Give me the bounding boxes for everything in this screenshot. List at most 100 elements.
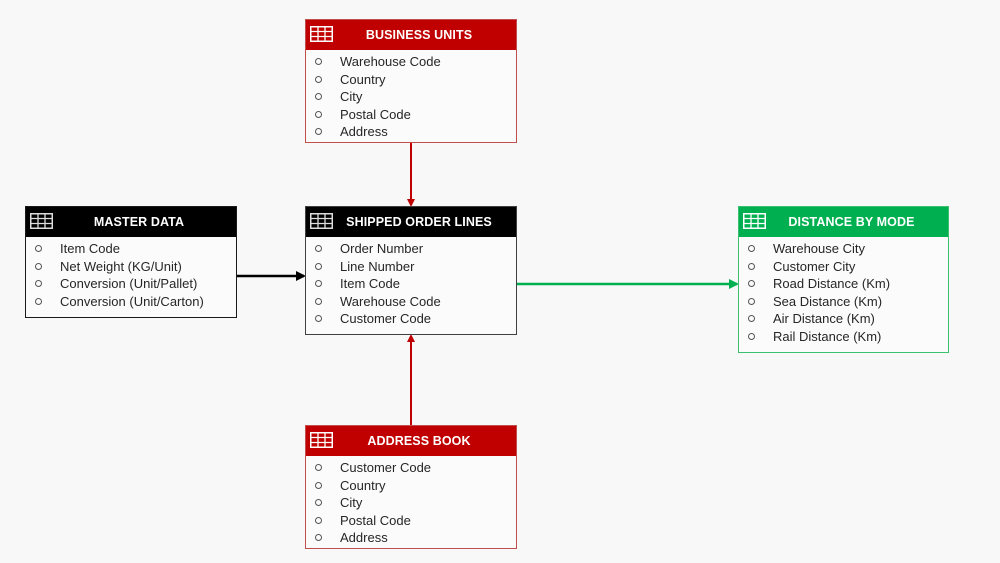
bullet-icon — [315, 128, 322, 136]
bullet-icon — [35, 245, 42, 253]
entity-header: DISTANCE BY MODE — [739, 207, 948, 237]
entity-title: DISTANCE BY MODE — [788, 215, 915, 229]
field-list: Customer Code Country City Postal Code A… — [306, 456, 516, 550]
field-item: Road Distance (Km) — [739, 275, 948, 293]
field-item: Order Number — [306, 240, 516, 258]
field-list: Item Code Net Weight (KG/Unit) Conversio… — [26, 237, 236, 313]
entity-title: ADDRESS BOOK — [367, 434, 471, 448]
field-item: Address — [306, 529, 516, 547]
field-item: Net Weight (KG/Unit) — [26, 258, 236, 276]
field-label: Sea Distance (Km) — [773, 293, 883, 309]
field-label: Address — [340, 530, 388, 546]
field-label: Warehouse Code — [340, 293, 441, 309]
field-label: Order Number — [340, 241, 424, 257]
field-label: Country — [340, 477, 386, 493]
entity-header: BUSINESS UNITS — [306, 20, 516, 50]
field-item: Address — [306, 123, 516, 141]
field-item: City — [306, 494, 516, 512]
field-label: Item Code — [60, 241, 120, 257]
field-list: Order Number Line Number Item Code Wareh… — [306, 237, 516, 331]
bullet-icon — [315, 58, 322, 66]
field-label: Customer Code — [340, 311, 432, 327]
entity-title: BUSINESS UNITS — [365, 28, 473, 42]
field-item: Item Code — [306, 275, 516, 293]
field-label: Customer City — [773, 258, 856, 274]
field-label: Air Distance (Km) — [773, 311, 875, 327]
bullet-icon — [315, 93, 322, 101]
field-item: Customer Code — [306, 459, 516, 477]
field-label: Warehouse City — [773, 241, 865, 257]
field-item: Warehouse Code — [306, 53, 516, 71]
field-item: Rail Distance (Km) — [739, 328, 948, 346]
field-label: Road Distance (Km) — [773, 276, 891, 292]
entity-header: ADDRESS BOOK — [306, 426, 516, 456]
field-label: Warehouse Code — [340, 54, 441, 70]
bullet-icon — [315, 110, 322, 118]
bullet-icon — [748, 280, 755, 288]
field-item: Postal Code — [306, 106, 516, 124]
entity-business-units[interactable]: BUSINESS UNITS Warehouse Code Country Ci… — [305, 19, 517, 143]
table-icon — [743, 213, 766, 229]
field-item: Postal Code — [306, 512, 516, 530]
field-label: Line Number — [340, 258, 415, 274]
bullet-icon — [315, 499, 322, 507]
bullet-icon — [315, 481, 322, 489]
bullet-icon — [315, 534, 322, 542]
entity-header: MASTER DATA — [26, 207, 236, 237]
bullet-icon — [748, 297, 755, 305]
bullet-icon — [748, 315, 755, 323]
entity-address-book[interactable]: ADDRESS BOOK Customer Code Country City … — [305, 425, 517, 549]
field-item: Air Distance (Km) — [739, 310, 948, 328]
bullet-icon — [315, 75, 322, 83]
bullet-icon — [35, 280, 42, 288]
field-label: Conversion (Unit/Carton) — [60, 293, 204, 309]
field-item: Customer Code — [306, 310, 516, 328]
bullet-icon — [35, 297, 42, 305]
field-label: Postal Code — [340, 512, 411, 528]
bullet-icon — [748, 245, 755, 253]
field-item: Conversion (Unit/Pallet) — [26, 275, 236, 293]
field-label: Country — [340, 71, 386, 87]
field-label: Net Weight (KG/Unit) — [60, 258, 182, 274]
bullet-icon — [748, 262, 755, 270]
field-item: Customer City — [739, 258, 948, 276]
field-item: Warehouse City — [739, 240, 948, 258]
field-item: Sea Distance (Km) — [739, 293, 948, 311]
bullet-icon — [748, 332, 755, 340]
field-item: Warehouse Code — [306, 293, 516, 311]
field-item: Conversion (Unit/Carton) — [26, 293, 236, 311]
field-label: City — [340, 495, 363, 511]
bullet-icon — [315, 516, 322, 524]
field-label: City — [340, 89, 363, 105]
bullet-icon — [315, 245, 322, 253]
table-icon — [310, 432, 333, 448]
bullet-icon — [315, 262, 322, 270]
entity-header: SHIPPED ORDER LINES — [306, 207, 516, 237]
bullet-icon — [315, 315, 322, 323]
field-label: Rail Distance (Km) — [773, 328, 882, 344]
bullet-icon — [35, 262, 42, 270]
field-item: City — [306, 88, 516, 106]
entity-distance-by-mode[interactable]: DISTANCE BY MODE Warehouse City Customer… — [738, 206, 949, 353]
field-label: Postal Code — [340, 106, 411, 122]
bullet-icon — [315, 280, 322, 288]
field-list: Warehouse Code Country City Postal Code … — [306, 50, 516, 144]
bullet-icon — [315, 464, 322, 472]
field-label: Item Code — [340, 276, 400, 292]
field-label: Customer Code — [340, 460, 432, 476]
field-item: Country — [306, 477, 516, 495]
entity-shipped-order-lines[interactable]: SHIPPED ORDER LINES Order Number Line Nu… — [305, 206, 517, 335]
field-label: Conversion (Unit/Pallet) — [60, 276, 198, 292]
entity-title: MASTER DATA — [93, 215, 185, 229]
entity-title: SHIPPED ORDER LINES — [346, 215, 492, 229]
table-icon — [310, 26, 333, 42]
field-item: Item Code — [26, 240, 236, 258]
table-icon — [310, 213, 333, 229]
field-item: Line Number — [306, 258, 516, 276]
field-label: Address — [340, 124, 388, 140]
bullet-icon — [315, 297, 322, 305]
field-list: Warehouse City Customer City Road Distan… — [739, 237, 948, 348]
entity-master-data[interactable]: MASTER DATA Item Code Net Weight (KG/Uni… — [25, 206, 237, 318]
field-item: Country — [306, 71, 516, 89]
table-icon — [30, 213, 53, 229]
